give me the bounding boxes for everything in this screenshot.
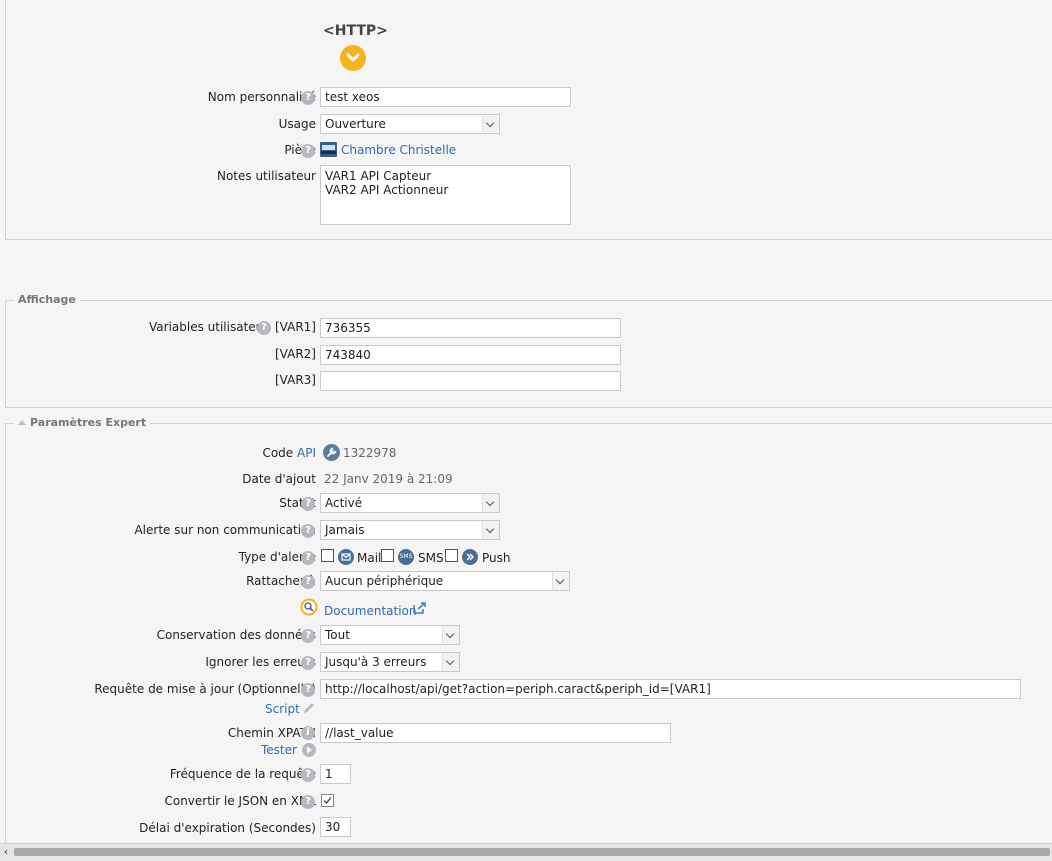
scroll-left-arrow-icon[interactable]: ‹ (0, 844, 12, 860)
documentation-icon (300, 598, 318, 616)
help-icon[interactable]: ? (301, 551, 315, 565)
sms-icon-text: SMS (399, 553, 413, 560)
help-icon[interactable]: ? (301, 91, 315, 105)
var1-label: [VAR1] (275, 320, 316, 334)
chevron-down-icon[interactable] (442, 626, 459, 644)
timeout-input[interactable]: 30 (320, 817, 351, 837)
mail-checkbox[interactable] (321, 549, 334, 562)
chevron-down-icon[interactable] (552, 572, 569, 590)
help-icon[interactable]: ? (301, 768, 315, 782)
var3-input[interactable] (320, 371, 621, 391)
help-icon[interactable]: ? (301, 656, 315, 670)
date-label: Date d'ajout (242, 472, 316, 486)
chevron-down-icon[interactable] (482, 494, 499, 512)
sms-icon: SMS (398, 549, 414, 565)
api-link[interactable]: API (297, 446, 316, 460)
script-link[interactable]: Script (265, 702, 300, 716)
request-input[interactable]: http://localhost/api/get?action=periph.c… (320, 679, 1021, 699)
display-legend: Affichage (14, 293, 80, 306)
help-icon[interactable]: ? (301, 795, 315, 809)
page-title: <HTTP> (323, 23, 388, 39)
mail-label: Mail (357, 551, 382, 565)
alert-select[interactable]: Jamais (320, 520, 500, 540)
usage-value: Ouverture (325, 117, 386, 131)
help-icon[interactable]: ? (301, 575, 315, 589)
json-checkbox[interactable] (321, 794, 334, 807)
help-icon[interactable]: ? (301, 497, 315, 511)
code-label: Code API (262, 446, 316, 460)
documentation-link[interactable]: Documentation (324, 604, 417, 618)
vars-label: Variables utilisateur (149, 320, 269, 334)
alert-value: Jamais (325, 523, 365, 537)
pencil-icon[interactable] (302, 701, 316, 715)
notes-label: Notes utilisateur (216, 169, 316, 183)
chevron-down-icon[interactable] (340, 45, 366, 71)
date-value: 22 Janv 2019 à 21:09 (324, 472, 453, 486)
help-icon[interactable]: ? (301, 144, 315, 158)
name-label: Nom personnalisé (207, 90, 316, 104)
sms-label: SMS (418, 551, 444, 565)
notes-line: VAR1 API Capteur (325, 169, 432, 183)
attach-select[interactable]: Aucun périphérique (320, 571, 570, 591)
var1-input[interactable]: 736355 (320, 318, 621, 338)
room-icon (320, 142, 337, 157)
request-label: Requête de mise à jour (Optionnelle) (94, 682, 316, 696)
usage-label: Usage (278, 117, 316, 131)
tester-link[interactable]: Tester (261, 743, 297, 757)
expert-legend[interactable]: Paramètres Expert (14, 416, 151, 429)
retention-select[interactable]: Tout (320, 625, 460, 645)
timeout-label: Délai d'expiration (Secondes) (139, 821, 316, 835)
code-value: 1322978 (343, 446, 397, 460)
room-link[interactable]: Chambre Christelle (341, 143, 456, 157)
help-icon[interactable]: ? (257, 321, 271, 335)
retention-label: Conservation des données (156, 628, 316, 642)
help-icon[interactable]: ? (301, 524, 315, 538)
status-select[interactable]: Activé (320, 493, 500, 513)
chevron-down-icon[interactable] (442, 653, 459, 671)
triangle-up-icon (18, 420, 26, 425)
push-icon (462, 549, 478, 565)
mail-icon (338, 549, 354, 565)
usage-select[interactable]: Ouverture (320, 114, 500, 134)
play-icon[interactable] (302, 743, 316, 757)
wrench-icon[interactable] (323, 444, 340, 461)
ignore-value: Jusqu'à 3 erreurs (325, 655, 427, 669)
status-value: Activé (325, 496, 363, 510)
info-icon[interactable]: i (301, 726, 315, 740)
var3-label: [VAR3] (275, 373, 316, 387)
var2-label: [VAR2] (275, 347, 316, 361)
freq-input[interactable]: 1 (320, 764, 351, 784)
ignore-select[interactable]: Jusqu'à 3 erreurs (320, 652, 460, 672)
json-label: Convertir le JSON en XML (164, 794, 316, 808)
notes-textarea[interactable]: VAR1 API Capteur VAR2 API Actionneur (320, 165, 571, 225)
xpath-input[interactable]: //last_value (320, 723, 671, 743)
help-icon[interactable]: ? (301, 629, 315, 643)
code-label-text: Code (262, 446, 294, 460)
var2-input[interactable]: 743840 (320, 345, 621, 365)
push-label: Push (482, 551, 511, 565)
alert-label: Alerte sur non communication (134, 523, 316, 537)
help-icon[interactable]: ? (301, 683, 315, 697)
scrollbar-thumb[interactable] (14, 848, 1050, 856)
freq-label: Fréquence de la requête (169, 767, 316, 781)
horizontal-scrollbar[interactable]: ‹ (0, 843, 1052, 861)
expert-legend-label: Paramètres Expert (30, 416, 147, 429)
chevron-down-icon[interactable] (482, 521, 499, 539)
sms-checkbox[interactable] (381, 549, 394, 562)
attach-value: Aucun périphérique (325, 574, 444, 588)
notes-line: VAR2 API Actionneur (325, 183, 449, 197)
ignore-label: Ignorer les erreurs (205, 655, 316, 669)
push-checkbox[interactable] (445, 549, 458, 562)
retention-value: Tout (325, 628, 350, 642)
chevron-down-icon[interactable] (482, 115, 499, 133)
external-link-icon[interactable] (412, 601, 427, 615)
name-input[interactable]: test xeos (320, 87, 571, 107)
